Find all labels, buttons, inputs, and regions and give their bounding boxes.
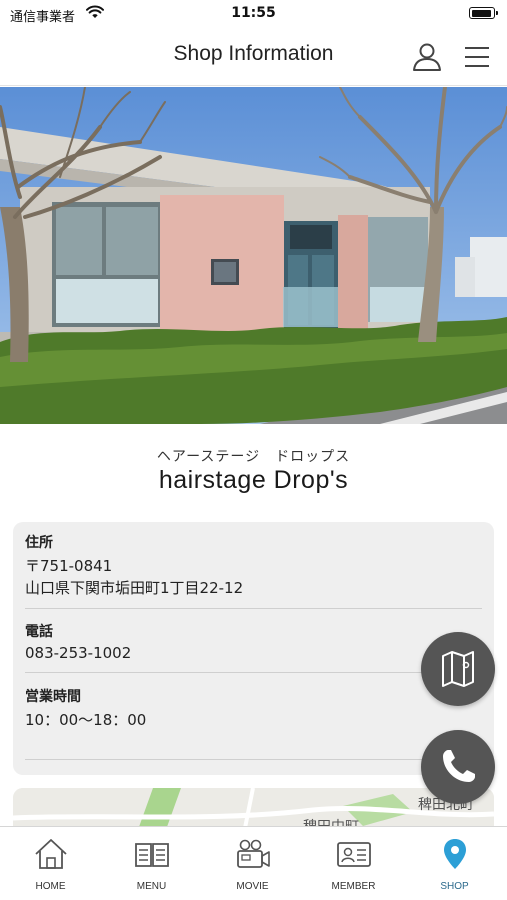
phone-number[interactable]: 083-253-1002 (25, 644, 482, 662)
phone-section: 電話 083-253-1002 (25, 621, 482, 673)
user-button[interactable] (410, 40, 444, 74)
home-icon (35, 839, 67, 869)
user-icon (413, 43, 441, 71)
shop-name-kana: ヘアーステージ ドロップス (156, 449, 351, 465)
call-fab-button[interactable] (421, 730, 495, 804)
battery-fill (471, 9, 492, 17)
location-pin-icon (444, 839, 466, 869)
address-section: 住所 〒751-0841 山口県下関市垢田町1丁目22-12 (25, 532, 482, 609)
address-text: 山口県下関市垢田町1丁目22-12 (25, 579, 244, 597)
map-icon (442, 651, 474, 687)
tab-menu[interactable]: MENU (101, 827, 202, 900)
tab-movie[interactable]: MOVIE (202, 827, 303, 900)
address-label: 住所 (25, 535, 53, 551)
tab-label-shop: SHOP (440, 881, 469, 892)
book-icon (135, 843, 169, 867)
tab-member[interactable]: MEMBER (303, 827, 404, 900)
status-bar: 通信事業者 11:55 (0, 0, 507, 28)
member-card-icon (337, 842, 371, 867)
tab-home[interactable]: HOME (0, 827, 101, 900)
menu-button[interactable] (462, 42, 492, 72)
hours-text: 10：00〜18：00 (25, 711, 147, 729)
hamburger-menu-icon (465, 47, 489, 67)
postal-code: 〒751-0841 (25, 557, 113, 575)
phone-label: 電話 (25, 624, 53, 640)
shop-name: hairstage Drop's (158, 466, 349, 494)
tab-shop[interactable]: SHOP (404, 827, 505, 900)
phone-icon (443, 750, 475, 782)
map-fab-button[interactable] (421, 632, 495, 706)
video-camera-icon (237, 839, 270, 868)
tab-bar: HOME MENU MOVIE MEMBER SHOP (0, 826, 507, 900)
tab-label-member: MEMBER (331, 881, 376, 892)
hours-section: 営業時間 10：00〜18：00 (25, 686, 482, 760)
shop-photo-illustration (0, 87, 507, 424)
battery-icon (469, 7, 498, 19)
status-time: 11:55 (231, 5, 276, 21)
tab-label-movie: MOVIE (236, 881, 269, 892)
tab-label-home: HOME (35, 881, 66, 892)
tab-label-menu: MENU (136, 881, 167, 892)
shop-photo (0, 87, 507, 424)
app-header: Shop Information (0, 28, 507, 86)
hours-label: 営業時間 (25, 689, 81, 705)
